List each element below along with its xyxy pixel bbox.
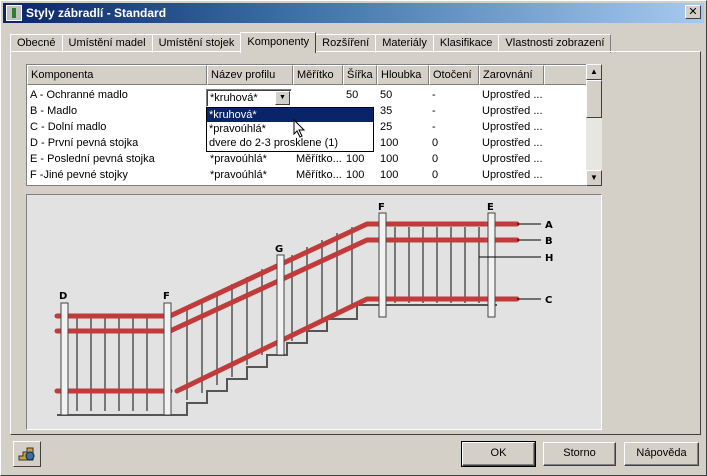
table-cell-hloubka[interactable]: 100 <box>377 152 429 168</box>
stair-help-icon <box>18 447 35 461</box>
column-header-hloubka[interactable]: Hloubka <box>377 65 429 85</box>
table-cell-hloubka[interactable]: 35 <box>377 104 429 120</box>
help-button[interactable]: Nápověda <box>624 442 699 466</box>
column-header-otoceni[interactable]: Otočení <box>429 65 479 85</box>
diagram-label-f2: F <box>378 202 385 213</box>
table-cell-hloubka[interactable]: 100 <box>377 168 429 184</box>
tab-strip: Obecné Umístění madel Umístění stojek Ko… <box>10 32 612 53</box>
diagram-label-g: G <box>275 244 283 255</box>
chevron-down-icon[interactable]: ▼ <box>275 91 290 105</box>
diagram-label-b: B <box>545 236 553 247</box>
diagram-label-c: C <box>545 295 552 306</box>
table-cell-komponenta[interactable]: F -Jiné pevné stojky <box>27 168 207 184</box>
diagram-label-a: A <box>545 220 553 231</box>
table-cell-otoceni[interactable]: 0 <box>429 152 479 168</box>
close-button[interactable]: ✕ <box>685 5 701 19</box>
table-cell-meritko[interactable]: Měřítko... <box>293 168 343 184</box>
table-cell-komponenta[interactable]: B - Madlo <box>27 104 207 120</box>
column-header-sirka[interactable]: Šířka <box>343 65 377 85</box>
table-cell-zarovnani[interactable]: Uprostřed ... <box>479 136 544 152</box>
table-cell-hloubka[interactable]: 25 <box>377 120 429 136</box>
table-cell-otoceni[interactable]: 0 <box>429 168 479 184</box>
table-row[interactable]: F -Jiné pevné stojky *pravoúhlá* Měřítko..… <box>27 168 586 184</box>
table-cell-profil[interactable]: *pravoúhlá* <box>207 152 293 168</box>
table-cell-otoceni[interactable]: 0 <box>429 136 479 152</box>
scroll-down-icon[interactable]: ▼ <box>586 170 602 186</box>
column-header-komponenta[interactable]: Komponenta <box>27 65 207 85</box>
combobox-value: *kruhová* <box>210 92 258 104</box>
dropdown-option[interactable]: dvere do 2-3 prosklene (1) <box>207 136 373 150</box>
mouse-cursor-icon <box>293 119 306 138</box>
column-header-zarovnani[interactable]: Zarovnání <box>479 65 544 85</box>
column-header-filler <box>544 65 586 85</box>
window-title: Styly zábradlí - Standard <box>26 6 167 20</box>
table-cell-komponenta[interactable]: C - Dolní madlo <box>27 120 207 136</box>
table-cell-sirka[interactable]: 100 <box>343 152 377 168</box>
diagram-label-d: D <box>59 291 67 302</box>
table-cell-komponenta[interactable]: E - Poslední pevná stojka <box>27 152 207 168</box>
table-cell-sirka[interactable]: 50 <box>343 88 377 104</box>
column-header-meritko[interactable]: Měřítko <box>293 65 343 85</box>
profile-dropdown-list: *kruhová* *pravoúhlá* dvere do 2-3 prosk… <box>206 107 374 152</box>
title-bar[interactable]: Styly zábradlí - Standard ✕ <box>3 3 704 23</box>
table-cell-komponenta[interactable]: D - První pevná stojka <box>27 136 207 152</box>
railing-drawing: A B H C D F G F E <box>54 202 553 416</box>
table-row[interactable]: E - Poslední pevná stojka *pravoúhlá* Měří… <box>27 152 586 168</box>
table-cell-meritko[interactable]: Měřítko... <box>293 152 343 168</box>
profile-combobox[interactable]: *kruhová* ▼ <box>206 89 292 107</box>
table-cell-zarovnani[interactable]: Uprostřed ... <box>479 120 544 136</box>
table-cell-otoceni[interactable]: - <box>429 88 479 104</box>
table-cell-sirka[interactable]: 100 <box>343 168 377 184</box>
ok-button[interactable]: OK <box>461 441 536 467</box>
help-icon-button[interactable] <box>13 441 41 467</box>
scroll-thumb[interactable] <box>586 80 602 118</box>
table-cell-zarovnani[interactable]: Uprostřed ... <box>479 104 544 120</box>
railing-diagram: A B H C D F G F E <box>26 194 602 430</box>
dropdown-option[interactable]: *pravoúhlá* <box>207 122 373 136</box>
cancel-button[interactable]: Storno <box>543 442 616 466</box>
table-cell-hloubka[interactable]: 50 <box>377 88 429 104</box>
table-cell-otoceni[interactable]: - <box>429 120 479 136</box>
table-cell-komponenta[interactable]: A - Ochranné madlo <box>27 88 207 104</box>
column-header-nazev-profilu[interactable]: Název profilu <box>207 65 293 85</box>
diagram-label-f: F <box>163 291 170 302</box>
table-header: Komponenta Název profilu Měřítko Šířka H… <box>27 65 586 85</box>
dropdown-option[interactable]: *kruhová* <box>207 108 373 122</box>
diagram-label-e: E <box>487 202 494 213</box>
table-cell-zarovnani[interactable]: Uprostřed ... <box>479 168 544 184</box>
table-cell-otoceni[interactable]: - <box>429 104 479 120</box>
tab-komponenty[interactable]: Komponenty <box>240 32 317 53</box>
table-row[interactable]: A - Ochranné madlo*kruhová*5050-Uprostře… <box>27 88 586 104</box>
table-cell-zarovnani[interactable]: Uprostřed ... <box>479 88 544 104</box>
table-cell-meritko[interactable] <box>293 88 343 104</box>
table-cell-profil[interactable]: *pravoúhlá* <box>207 168 293 184</box>
scroll-up-icon[interactable]: ▲ <box>586 64 602 80</box>
diagram-label-h: H <box>545 253 553 264</box>
app-icon <box>6 5 22 21</box>
table-cell-zarovnani[interactable]: Uprostřed ... <box>479 152 544 168</box>
table-cell-hloubka[interactable]: 100 <box>377 136 429 152</box>
dialog-window: Styly zábradlí - Standard ✕ Obecné Umíst… <box>0 0 707 476</box>
table-scrollbar[interactable]: ▲ ▼ <box>586 64 602 186</box>
